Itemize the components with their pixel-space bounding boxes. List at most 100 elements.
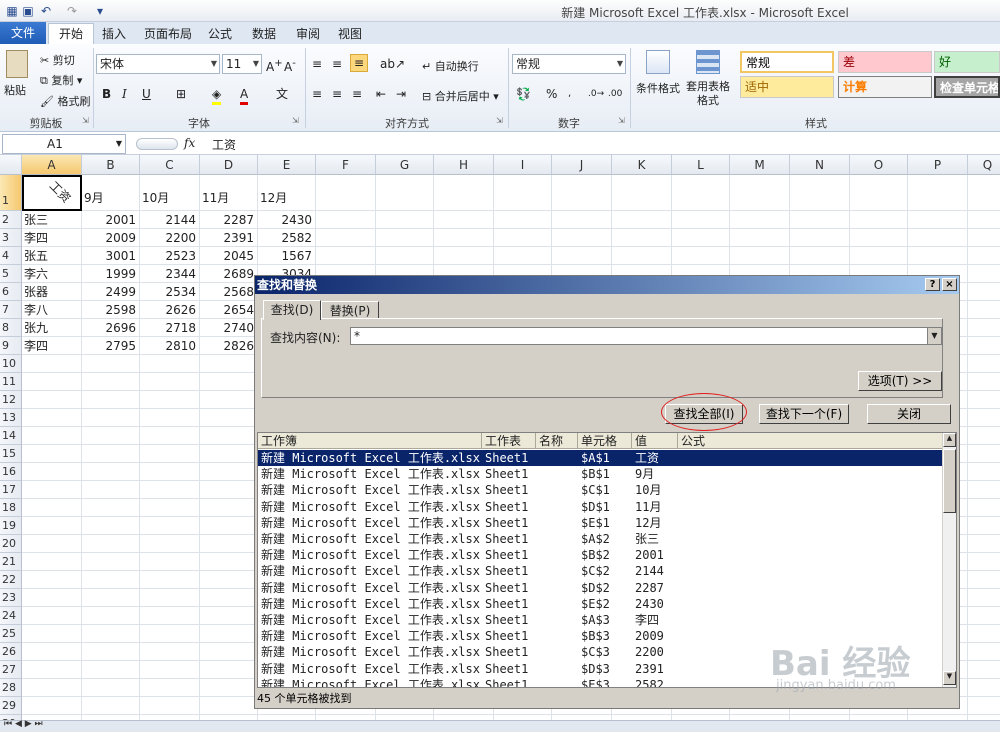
conditional-format-icon[interactable]	[646, 50, 670, 74]
cell-header[interactable]: 9月	[82, 189, 140, 207]
scroll-thumb[interactable]	[943, 449, 956, 513]
align-top-icon[interactable]: ≡	[312, 56, 322, 72]
align-left-icon[interactable]: ≡	[312, 86, 322, 102]
close-button[interactable]: 关闭	[867, 404, 951, 424]
cell-header[interactable]: 12月	[258, 189, 316, 207]
merge-center-button[interactable]: ⊟ 合并后居中 ▾	[422, 88, 499, 104]
cell[interactable]: 李六	[22, 265, 82, 283]
column-header[interactable]: F	[316, 155, 376, 175]
shrink-font-icon[interactable]: A-	[284, 56, 296, 75]
result-row[interactable]: 新建 Microsoft Excel 工作表.xlsx Sheet1 $A$3 李四	[258, 612, 944, 628]
close-icon[interactable]: ×	[942, 278, 957, 291]
name-box[interactable]: A1 ▼	[2, 134, 126, 154]
cell[interactable]: 2430	[258, 211, 316, 229]
comma-style-icon[interactable]: ,	[568, 86, 571, 102]
row-header[interactable]: 21	[0, 553, 22, 571]
col-header-cell[interactable]: 单元格	[578, 433, 632, 449]
cell[interactable]: 2740	[200, 319, 258, 337]
row-header[interactable]: 28	[0, 679, 22, 697]
row-header[interactable]: 2	[0, 211, 22, 229]
style-neutral[interactable]: 适中	[740, 76, 834, 98]
tab-data[interactable]: 数据	[246, 24, 282, 44]
chevron-down-icon[interactable]: ▼	[927, 328, 941, 344]
formula-bar-handle[interactable]	[136, 138, 178, 150]
result-row[interactable]: 新建 Microsoft Excel 工作表.xlsx Sheet1 $C$1 10月	[258, 482, 944, 498]
column-header[interactable]: C	[140, 155, 200, 175]
column-header[interactable]: P	[908, 155, 968, 175]
result-row[interactable]: 新建 Microsoft Excel 工作表.xlsx Sheet1 $D$3 239…	[258, 661, 944, 677]
style-bad[interactable]: 差	[838, 51, 932, 73]
scroll-up-icon[interactable]: ▲	[943, 433, 956, 447]
row-header[interactable]: 20	[0, 535, 22, 553]
result-row[interactable]: 新建 Microsoft Excel 工作表.xlsx Sheet1 $E$3 258…	[258, 677, 944, 687]
cell[interactable]: 2810	[140, 337, 200, 355]
row-header[interactable]: 12	[0, 391, 22, 409]
cell[interactable]: 李四	[22, 229, 82, 247]
row-header[interactable]: 29	[0, 697, 22, 715]
result-row[interactable]: 新建 Microsoft Excel 工作表.xlsx Sheet1 $D$1 11月	[258, 499, 944, 515]
result-row[interactable]: 新建 Microsoft Excel 工作表.xlsx Sheet1 $C$3 220…	[258, 644, 944, 660]
result-row[interactable]: 新建 Microsoft Excel 工作表.xlsx Sheet1 $A$1 工资	[258, 450, 944, 467]
wrap-text-button[interactable]: ↵ 自动换行	[422, 58, 479, 74]
column-header[interactable]: M	[730, 155, 790, 175]
column-header[interactable]: K	[612, 155, 672, 175]
align-center-icon[interactable]: ≡	[332, 86, 342, 102]
row-header[interactable]: 23	[0, 589, 22, 607]
cell[interactable]: 2534	[140, 283, 200, 301]
tab-view[interactable]: 视图	[332, 24, 368, 44]
cell[interactable]: 2523	[140, 247, 200, 265]
row-header[interactable]: 4	[0, 247, 22, 265]
result-row[interactable]: 新建 Microsoft Excel 工作表.xlsx Sheet1 $E$2 243…	[258, 596, 944, 612]
cell[interactable]: 2344	[140, 265, 200, 283]
dialog-launcher-icon[interactable]: ⇲	[618, 116, 625, 125]
cell-header[interactable]: 10月	[140, 189, 200, 207]
cell[interactable]: 张五	[22, 247, 82, 265]
row-header[interactable]: 3	[0, 229, 22, 247]
bold-button[interactable]: B	[102, 86, 111, 102]
style-normal[interactable]: 常规	[740, 51, 834, 73]
cell[interactable]: 2689	[200, 265, 258, 283]
number-format-combo[interactable]: 常规 ▼	[512, 54, 626, 74]
col-header-name[interactable]: 名称	[536, 433, 578, 449]
row-header[interactable]: 24	[0, 607, 22, 625]
col-header-formula[interactable]: 公式	[678, 433, 944, 449]
decrease-decimal-icon[interactable]: .00	[608, 86, 622, 102]
options-button[interactable]: 选项(T) >>	[858, 371, 942, 391]
cell[interactable]: 2568	[200, 283, 258, 301]
font-name-combo[interactable]: 宋体 ▼	[96, 54, 220, 74]
conditional-format-button[interactable]: 条件格式	[636, 80, 680, 96]
tab-insert[interactable]: 插入	[96, 24, 132, 44]
cell[interactable]: 1567	[258, 247, 316, 265]
row-header[interactable]: 15	[0, 445, 22, 463]
cell[interactable]: 3001	[82, 247, 140, 265]
find-input[interactable]: * ▼	[350, 327, 942, 345]
decrease-indent-icon[interactable]: ⇤	[376, 86, 386, 102]
row-header[interactable]: 6	[0, 283, 22, 301]
result-row[interactable]: 新建 Microsoft Excel 工作表.xlsx Sheet1 $D$2 228…	[258, 580, 944, 596]
percent-button[interactable]: %	[546, 86, 557, 102]
cell[interactable]: 2009	[82, 229, 140, 247]
cell[interactable]: 2200	[140, 229, 200, 247]
row-header[interactable]: 1	[0, 175, 22, 211]
cell[interactable]: 张九	[22, 319, 82, 337]
row-header[interactable]: 27	[0, 661, 22, 679]
row-header[interactable]: 22	[0, 571, 22, 589]
result-row[interactable]: 新建 Microsoft Excel 工作表.xlsx Sheet1 $A$2 张三	[258, 531, 944, 547]
cell-header[interactable]: 11月	[200, 189, 258, 207]
tab-home[interactable]: 开始	[48, 23, 94, 45]
dialog-launcher-icon[interactable]: ⇲	[82, 116, 89, 125]
cell[interactable]: 2654	[200, 301, 258, 319]
underline-button[interactable]: U	[142, 86, 151, 102]
cell[interactable]: 2287	[200, 211, 258, 229]
row-header[interactable]: 14	[0, 427, 22, 445]
cell[interactable]: 李四	[22, 337, 82, 355]
cell[interactable]: 2826	[200, 337, 258, 355]
row-header[interactable]: 13	[0, 409, 22, 427]
style-calculation[interactable]: 计算	[838, 76, 932, 98]
copy-button[interactable]: ⧉ 复制 ▾	[40, 72, 82, 88]
paste-button[interactable]: 粘贴	[4, 82, 26, 98]
cell[interactable]: 2598	[82, 301, 140, 319]
result-row[interactable]: 新建 Microsoft Excel 工作表.xlsx Sheet1 $C$2 214…	[258, 563, 944, 579]
paste-icon[interactable]	[6, 50, 28, 78]
increase-decimal-icon[interactable]: .0→	[588, 86, 604, 102]
